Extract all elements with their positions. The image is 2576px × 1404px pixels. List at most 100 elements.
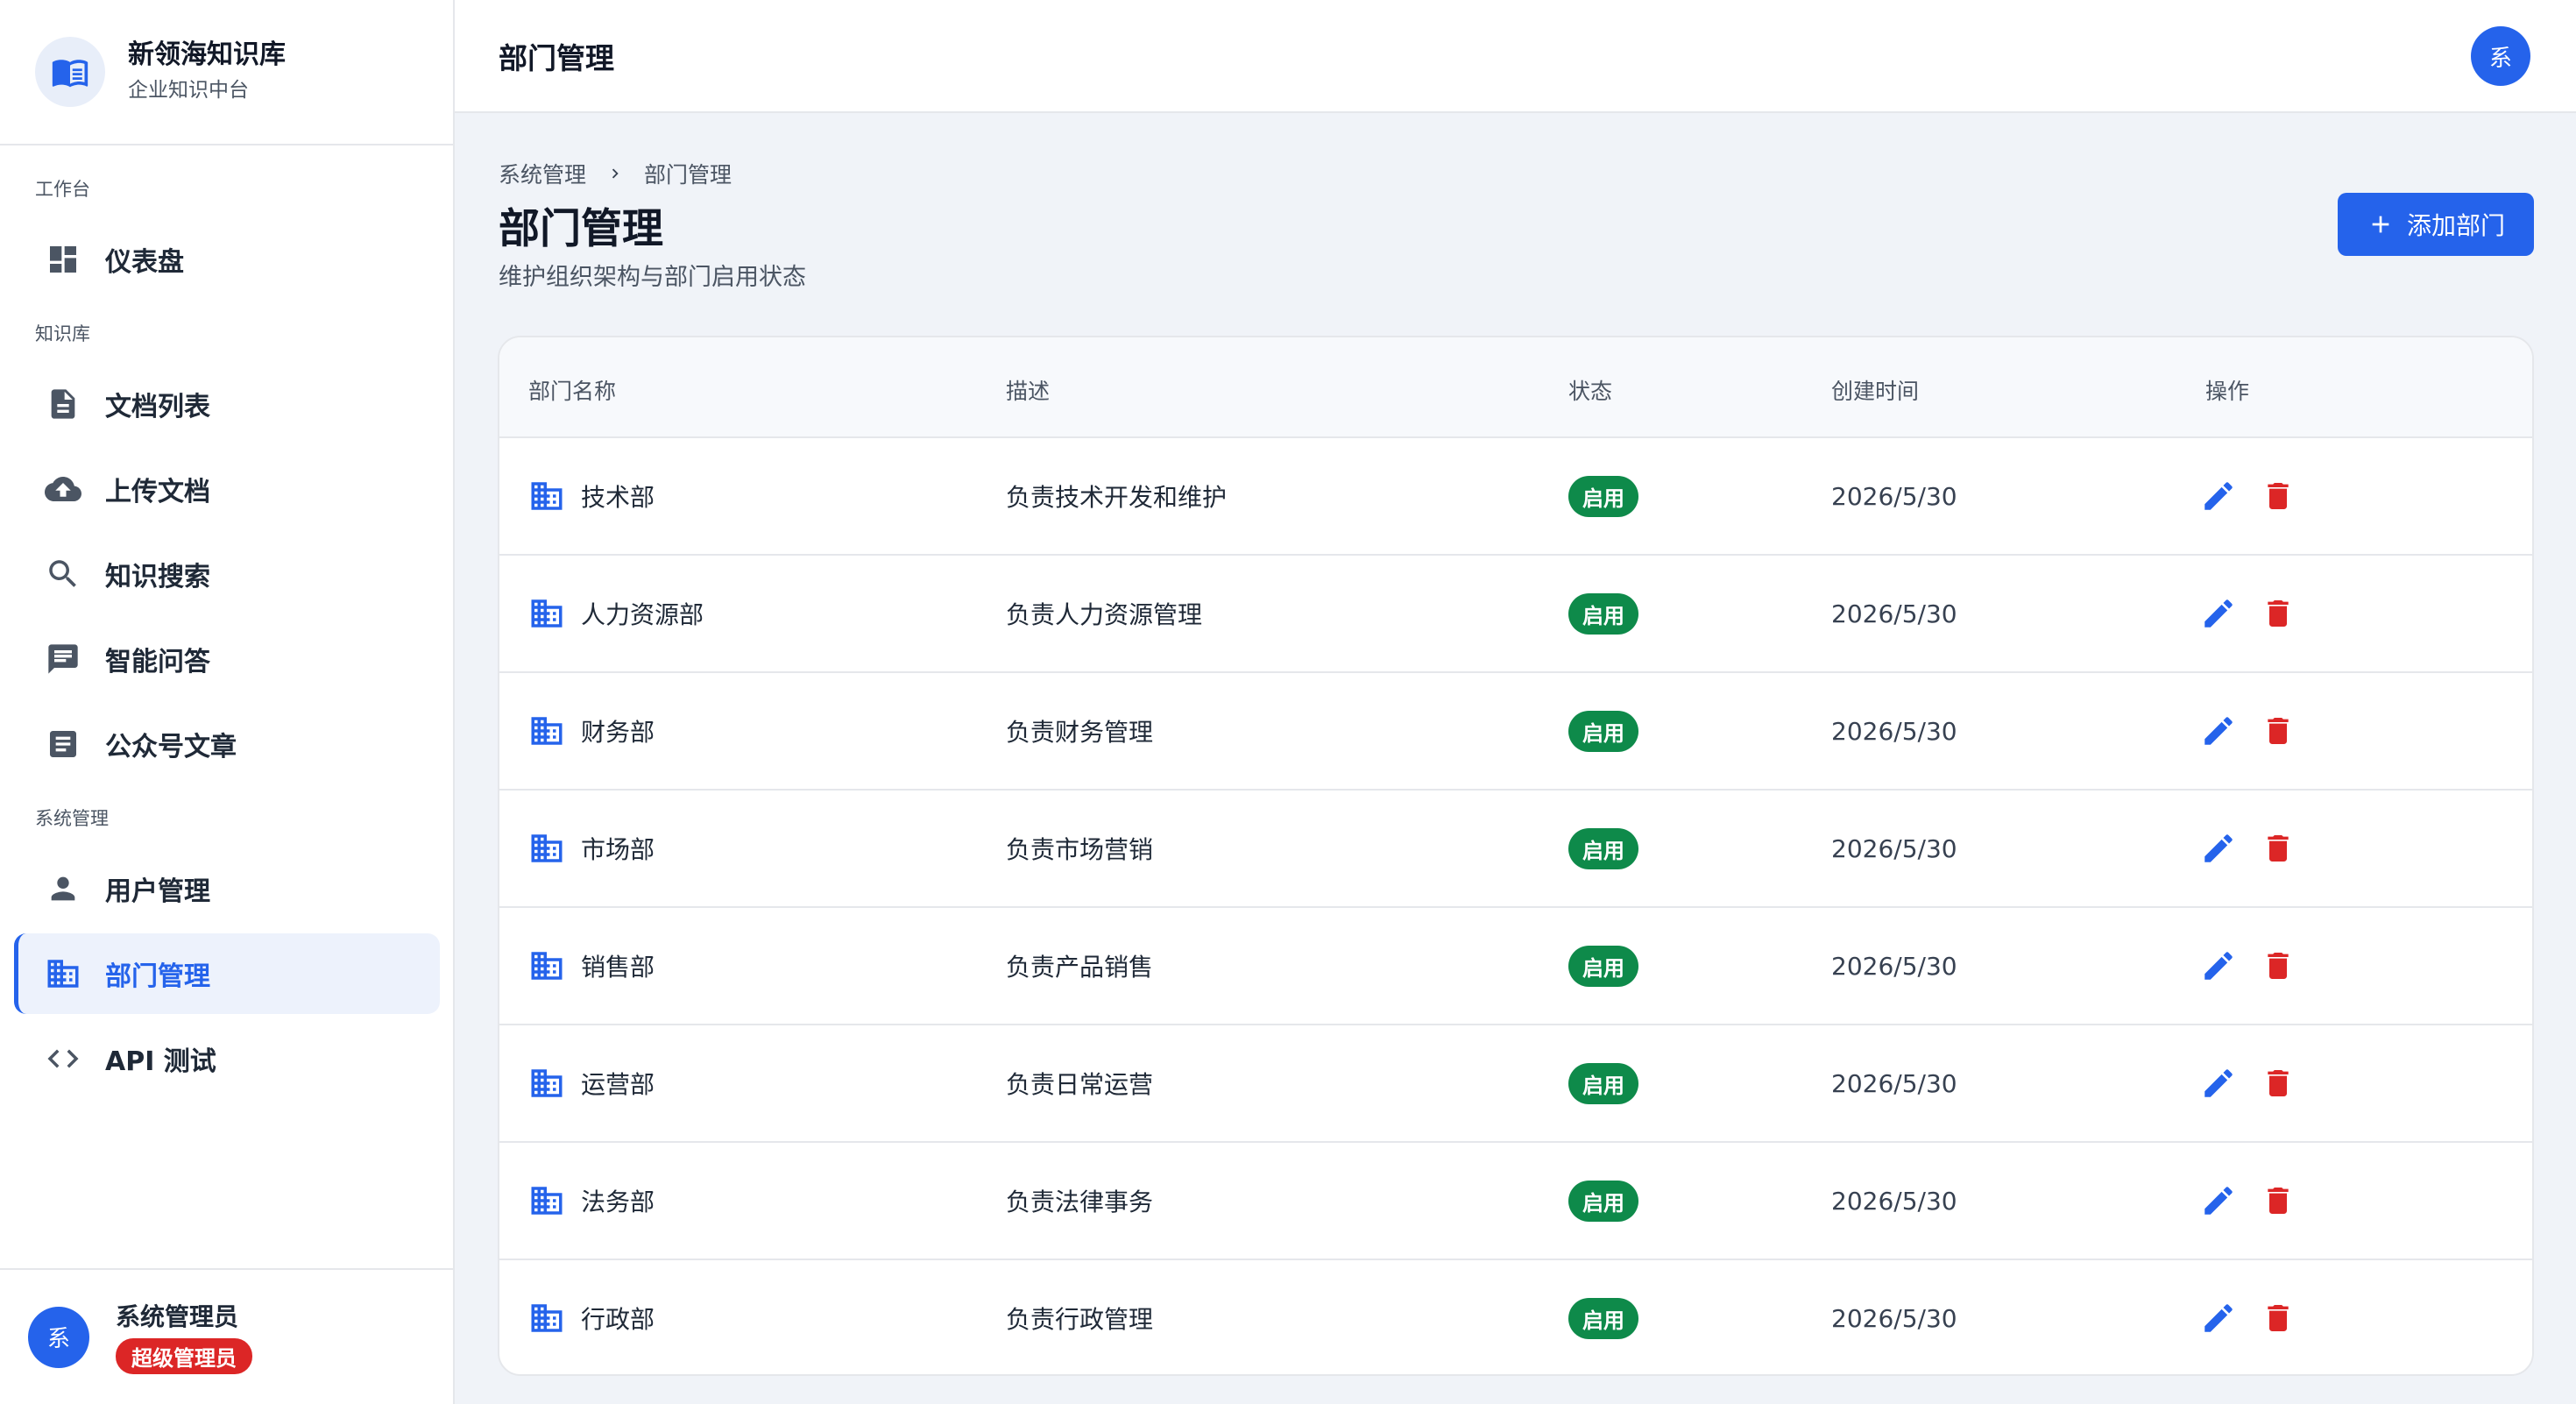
delete-icon[interactable] (2256, 944, 2300, 988)
created-date: 2026/5/30 (1831, 1186, 1957, 1216)
department-description: 负责市场营销 (1006, 835, 1154, 864)
section-label-system: 系统管理 (35, 808, 109, 829)
department-description: 负责行政管理 (1006, 1305, 1154, 1334)
search-icon (44, 555, 82, 593)
role-badge: 超级管理员 (116, 1338, 252, 1374)
sidebar-item-label: 部门管理 (105, 961, 210, 992)
sidebar-item-label: 用户管理 (105, 876, 210, 907)
chat-icon (44, 640, 82, 678)
sidebar: 新领海知识库 企业知识中台 工作台 仪表盘 知识库 文档列表 上传文档 知识搜索… (0, 0, 455, 1404)
department-name-cell: 人力资源部 (528, 556, 704, 671)
brand-name: 新领海知识库 (128, 39, 286, 70)
actions-cell (2197, 438, 2300, 554)
table-header: 部门名称 描述 状态 创建时间 操作 (499, 337, 2532, 438)
sidebar-item-documents[interactable]: 文档列表 (14, 364, 440, 444)
building-icon (528, 1300, 565, 1337)
brand-subtitle: 企业知识中台 (128, 79, 249, 102)
current-user[interactable]: 系 系统管理员 超级管理员 (0, 1268, 453, 1404)
status-cell: 启用 (1568, 438, 1638, 554)
table-row: 销售部 负责产品销售 启用 2026/5/30 (499, 908, 2532, 1025)
delete-icon[interactable] (2256, 709, 2300, 753)
delete-icon[interactable] (2256, 474, 2300, 518)
sidebar-item-departments[interactable]: 部门管理 (14, 933, 440, 1014)
sidebar-item-qa[interactable]: 智能问答 (14, 619, 440, 699)
delete-icon[interactable] (2256, 826, 2300, 870)
user-avatar-button[interactable]: 系 (2471, 26, 2530, 86)
edit-icon[interactable] (2197, 944, 2240, 988)
column-header-name: 部门名称 (528, 379, 617, 404)
sidebar-item-label: 智能问答 (105, 647, 210, 677)
status-badge: 启用 (1568, 1297, 1638, 1339)
created-date: 2026/5/30 (1831, 599, 1957, 628)
table-row: 法务部 负责法律事务 启用 2026/5/30 (499, 1143, 2532, 1260)
department-description: 负责人力资源管理 (1006, 600, 1203, 629)
status-cell: 启用 (1568, 908, 1638, 1024)
delete-icon[interactable] (2256, 1061, 2300, 1105)
building-icon (528, 1182, 565, 1219)
created-date: 2026/5/30 (1831, 951, 1957, 981)
breadcrumb-parent[interactable]: 系统管理 (499, 158, 586, 189)
delete-icon[interactable] (2256, 592, 2300, 635)
sidebar-item-label: API 测试 (105, 1046, 216, 1077)
user-name: 系统管理员 (116, 1302, 239, 1331)
sidebar-item-upload[interactable]: 上传文档 (14, 449, 440, 529)
cloud-upload-icon (44, 470, 82, 508)
table-row: 行政部 负责行政管理 启用 2026/5/30 (499, 1260, 2532, 1374)
column-header-created: 创建时间 (1831, 379, 1920, 404)
building-icon (528, 478, 565, 514)
delete-icon[interactable] (2256, 1179, 2300, 1223)
status-badge: 启用 (1568, 945, 1638, 987)
sidebar-item-label: 知识搜索 (105, 562, 210, 592)
edit-icon[interactable] (2197, 1179, 2240, 1223)
column-header-status: 状态 (1568, 379, 1613, 404)
department-description: 负责日常运营 (1006, 1070, 1154, 1099)
breadcrumb: 系统管理 部门管理 (499, 158, 732, 189)
sidebar-item-api-test[interactable]: API 测试 (14, 1018, 440, 1099)
created-date: 2026/5/30 (1831, 481, 1957, 511)
status-cell: 启用 (1568, 1025, 1638, 1141)
status-badge: 启用 (1568, 710, 1638, 752)
edit-icon[interactable] (2197, 709, 2240, 753)
actions-cell (2197, 673, 2300, 789)
department-name-cell: 行政部 (528, 1260, 655, 1374)
department-name: 市场部 (581, 835, 655, 864)
table-row: 市场部 负责市场营销 启用 2026/5/30 (499, 791, 2532, 908)
table-row: 运营部 负责日常运营 启用 2026/5/30 (499, 1025, 2532, 1143)
department-name: 销售部 (581, 953, 655, 982)
edit-icon[interactable] (2197, 1061, 2240, 1105)
top-bar: 部门管理 系 (455, 0, 2576, 113)
edit-icon[interactable] (2197, 474, 2240, 518)
status-cell: 启用 (1568, 791, 1638, 906)
sidebar-item-articles[interactable]: 公众号文章 (14, 704, 440, 784)
column-header-desc: 描述 (1006, 379, 1051, 404)
status-cell: 启用 (1568, 1260, 1638, 1374)
topbar-title: 部门管理 (499, 41, 614, 75)
avatar: 系 (28, 1306, 89, 1368)
department-name-cell: 销售部 (528, 908, 655, 1024)
actions-cell (2197, 1143, 2300, 1259)
actions-cell (2197, 1025, 2300, 1141)
department-description: 负责产品销售 (1006, 953, 1154, 982)
building-icon (528, 595, 565, 632)
add-department-button[interactable]: 添加部门 (2338, 193, 2534, 256)
created-date: 2026/5/30 (1831, 1068, 1957, 1098)
chevron-right-icon (605, 164, 625, 183)
department-name-cell: 法务部 (528, 1143, 655, 1259)
delete-icon[interactable] (2256, 1296, 2300, 1340)
book-logo-icon (35, 37, 105, 107)
column-header-actions: 操作 (2205, 379, 2250, 404)
sidebar-item-search[interactable]: 知识搜索 (14, 534, 440, 614)
edit-icon[interactable] (2197, 826, 2240, 870)
department-name: 运营部 (581, 1070, 655, 1099)
sidebar-item-label: 仪表盘 (105, 247, 184, 278)
sidebar-item-dashboard[interactable]: 仪表盘 (14, 219, 440, 300)
table-row: 财务部 负责财务管理 启用 2026/5/30 (499, 673, 2532, 791)
department-description: 负责财务管理 (1006, 718, 1154, 747)
edit-icon[interactable] (2197, 1296, 2240, 1340)
sidebar-item-users[interactable]: 用户管理 (14, 848, 440, 929)
actions-cell (2197, 791, 2300, 906)
actions-cell (2197, 556, 2300, 671)
section-label-workbench: 工作台 (35, 179, 90, 200)
edit-icon[interactable] (2197, 592, 2240, 635)
table-row: 人力资源部 负责人力资源管理 启用 2026/5/30 (499, 556, 2532, 673)
